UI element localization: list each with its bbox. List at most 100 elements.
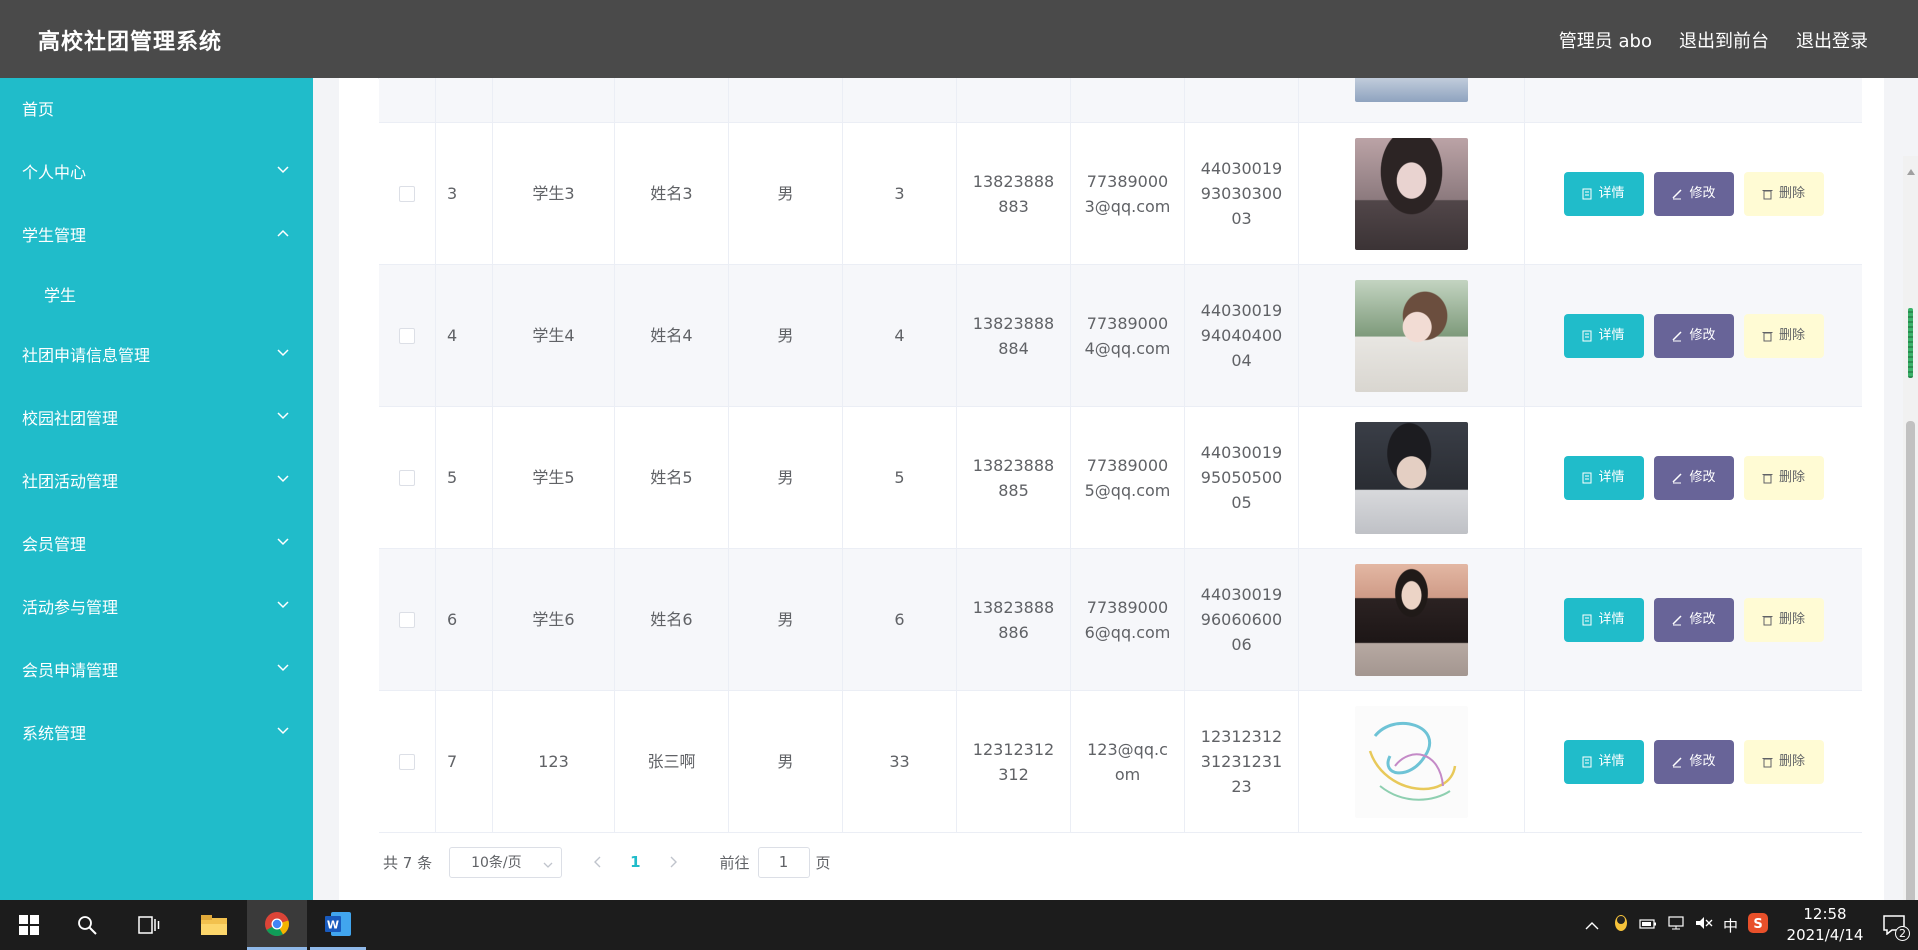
row-checkbox[interactable]	[399, 469, 415, 486]
sidebar-item-campus-club[interactable]: 校园社团管理	[0, 387, 313, 450]
sidebar-item-member-application[interactable]: 会员申请管理	[0, 639, 313, 702]
sogou-icon[interactable]: S	[1748, 913, 1768, 937]
file-explorer-icon[interactable]	[188, 900, 240, 950]
edit-button[interactable]: 修改	[1653, 313, 1734, 358]
jump-page-input[interactable]	[757, 846, 810, 878]
back-to-front-link[interactable]: 退出到前台	[1679, 27, 1769, 53]
pagination-total: 共 7 条	[383, 853, 433, 872]
edit-button[interactable]: 修改	[1653, 739, 1734, 784]
student-name: 姓名3	[615, 123, 729, 264]
chevron-left-icon	[594, 856, 601, 868]
page-size-select[interactable]: 10条/页	[449, 846, 563, 878]
sidebar-item-club-activity[interactable]: 社团活动管理	[0, 450, 313, 513]
chevron-down-icon	[277, 387, 291, 450]
vertical-scrollbar[interactable]	[1903, 156, 1918, 900]
chevron-up-icon[interactable]	[1585, 916, 1599, 934]
document-icon	[1582, 472, 1592, 483]
student-phone: 13823888884	[957, 265, 1071, 406]
svg-text:S: S	[1753, 917, 1762, 932]
pencil-icon	[1672, 614, 1683, 625]
sidebar-item-student-management[interactable]: 学生管理	[0, 204, 313, 267]
chevron-down-icon	[277, 639, 291, 702]
sidebar: 首页 个人中心 学生管理 学生 社团申请信息管理 校园社团管理 社团活动管理 会…	[0, 78, 313, 900]
sidebar-item-home[interactable]: 首页	[0, 78, 313, 141]
student-phone: 13823888886	[957, 549, 1071, 690]
edit-button[interactable]: 修改	[1653, 597, 1734, 642]
delete-button[interactable]: 删除	[1743, 171, 1824, 216]
scrollbar-thumb[interactable]	[1906, 421, 1915, 900]
detail-button[interactable]: 详情	[1563, 597, 1644, 642]
top-bar: 高校社团管理系统 管理员 abo 退出到前台 退出登录	[0, 0, 1918, 78]
network-icon[interactable]	[1667, 916, 1685, 934]
sidebar-item-personal-center[interactable]: 个人中心	[0, 141, 313, 204]
row-checkbox[interactable]	[399, 185, 415, 202]
next-page-button[interactable]	[663, 856, 683, 868]
page-number-1[interactable]: 1	[630, 853, 640, 871]
row-checkbox[interactable]	[399, 753, 415, 770]
row-checkbox[interactable]	[399, 327, 415, 344]
taskbar: W 中 S 12:58 2021/4/14 2	[0, 900, 1918, 950]
delete-button[interactable]: 删除	[1743, 597, 1824, 642]
top-links: 管理员 abo 退出到前台 退出登录	[1559, 27, 1868, 53]
row-index: 3	[436, 123, 493, 264]
windows-start-icon[interactable]	[0, 900, 58, 950]
student-photo	[1355, 563, 1468, 676]
student-idcard: 440300199303030003	[1185, 123, 1299, 264]
student-idcard: 440300199606060006	[1185, 549, 1299, 690]
ime-indicator[interactable]: 中	[1723, 915, 1738, 936]
notification-icon[interactable]: 2	[1870, 900, 1918, 950]
prev-page-button[interactable]	[588, 856, 608, 868]
edit-button[interactable]: 修改	[1653, 171, 1734, 216]
sidebar-item-activity-participation[interactable]: 活动参与管理	[0, 576, 313, 639]
student-gender: 男	[729, 407, 843, 548]
student-account: 123	[493, 691, 615, 832]
chevron-down-icon	[543, 858, 553, 874]
detail-button[interactable]: 详情	[1563, 171, 1644, 216]
chrome-icon[interactable]	[247, 900, 307, 950]
main-content: 3 学生3 姓名3 男 3 13823888883 773890003@qq.c…	[313, 78, 1918, 900]
sidebar-item-member[interactable]: 会员管理	[0, 513, 313, 576]
clock[interactable]: 12:58 2021/4/14	[1780, 904, 1870, 946]
delete-button[interactable]: 删除	[1743, 455, 1824, 500]
sidebar-item-label: 社团活动管理	[22, 472, 119, 491]
sidebar-item-system[interactable]: 系统管理	[0, 702, 313, 765]
table-row: 3 学生3 姓名3 男 3 13823888883 773890003@qq.c…	[379, 123, 1862, 265]
detail-button[interactable]: 详情	[1563, 455, 1644, 500]
student-age: 6	[843, 549, 957, 690]
notification-count: 2	[1895, 926, 1910, 941]
sidebar-item-student[interactable]: 学生	[0, 267, 313, 324]
task-view-icon[interactable]	[124, 900, 174, 950]
sidebar-item-label: 会员管理	[22, 535, 87, 554]
student-table: 3 学生3 姓名3 男 3 13823888883 773890003@qq.c…	[378, 78, 1862, 833]
delete-button[interactable]: 删除	[1743, 739, 1824, 784]
document-icon	[1582, 756, 1592, 767]
chevron-down-icon	[277, 513, 291, 576]
trash-icon	[1762, 615, 1773, 625]
pencil-icon	[1672, 188, 1683, 199]
student-account: 学生5	[493, 407, 615, 548]
admin-label: 管理员 abo	[1558, 31, 1652, 52]
volume-muted-icon[interactable]	[1695, 916, 1713, 934]
sidebar-item-club-application[interactable]: 社团申请信息管理	[0, 324, 313, 387]
document-icon	[1582, 330, 1592, 341]
logout-link[interactable]: 退出登录	[1796, 27, 1868, 53]
content-panel: 3 学生3 姓名3 男 3 13823888883 773890003@qq.c…	[339, 78, 1884, 900]
student-email: 773890004@qq.com	[1071, 265, 1185, 406]
table-row	[379, 78, 1862, 123]
sidebar-item-label: 校园社团管理	[22, 409, 119, 428]
sidebar-item-label: 活动参与管理	[22, 598, 119, 617]
delete-button[interactable]: 删除	[1743, 313, 1824, 358]
battery-icon[interactable]	[1639, 916, 1657, 934]
word-icon[interactable]: W	[310, 900, 366, 950]
search-icon[interactable]	[62, 900, 112, 950]
detail-button[interactable]: 详情	[1563, 313, 1644, 358]
edit-button[interactable]: 修改	[1653, 455, 1734, 500]
qq-icon[interactable]	[1613, 914, 1629, 936]
clock-time: 12:58	[1803, 905, 1847, 923]
student-phone: 13823888885	[957, 407, 1071, 548]
student-email: 773890003@qq.com	[1071, 123, 1185, 264]
row-checkbox[interactable]	[399, 611, 415, 628]
detail-button[interactable]: 详情	[1563, 739, 1644, 784]
scroll-up-icon[interactable]	[1907, 160, 1915, 179]
student-idcard: 123123123123123123	[1185, 691, 1299, 832]
